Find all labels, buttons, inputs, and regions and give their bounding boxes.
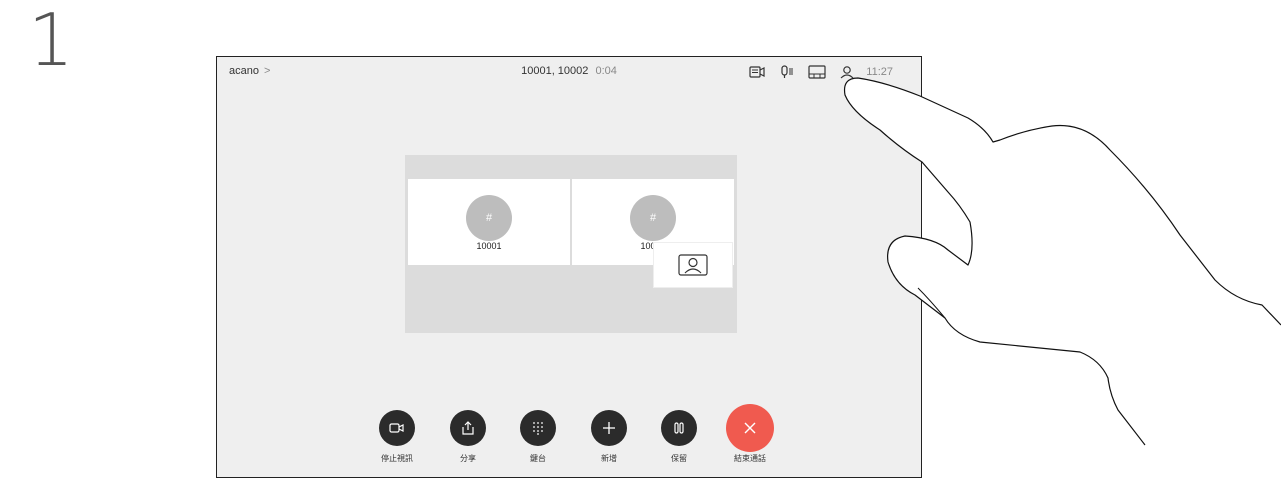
keypad-label: 鍵台 (530, 454, 546, 463)
person-icon (678, 254, 708, 276)
self-view-pip[interactable] (654, 243, 732, 287)
end-call-icon[interactable] (726, 404, 774, 452)
top-bar: acano > 10001, 10002 0:04 11:27 (217, 57, 921, 87)
clock: 11:27 (866, 66, 893, 78)
keypad-control[interactable]: 鍵台 (508, 410, 568, 464)
participant-label: 10001 (476, 241, 502, 251)
video-stage: # 10001 # 10002 (405, 155, 737, 333)
participant-tile[interactable]: # 10001 (408, 179, 570, 265)
add-label: 新增 (601, 454, 617, 463)
hold-icon[interactable] (661, 410, 697, 446)
end-call-label: 結束通話 (734, 454, 766, 463)
call-participants: 10001, 10002 (521, 65, 589, 77)
hold-control[interactable]: 保留 (649, 410, 709, 464)
hold-label: 保留 (671, 454, 687, 463)
call-controls: 停止視訊 分享 鍵台 新增 保留 結束通話 (367, 404, 787, 474)
stop-video-label: 停止視訊 (381, 454, 413, 463)
share-icon[interactable] (450, 410, 486, 446)
add-control[interactable]: 新增 (579, 410, 639, 464)
plus-icon[interactable] (591, 410, 627, 446)
keypad-icon[interactable] (520, 410, 556, 446)
share-control[interactable]: 分享 (438, 410, 498, 464)
camera-icon[interactable] (379, 410, 415, 446)
share-label: 分享 (460, 454, 476, 463)
call-duration: 0:04 (595, 65, 617, 77)
end-call-control[interactable]: 結束通話 (720, 404, 780, 464)
layout-icon[interactable] (802, 63, 832, 81)
participants-icon[interactable] (832, 63, 862, 81)
status-icons: 11:27 (742, 63, 893, 81)
avatar: # (630, 195, 676, 241)
step-number: 1 (28, 0, 74, 82)
self-view-icon[interactable] (742, 63, 772, 81)
device-screen: acano > 10001, 10002 0:04 11:27 # 10001 … (216, 56, 922, 478)
microphone-icon[interactable] (772, 63, 802, 81)
stop-video-control[interactable]: 停止視訊 (367, 410, 427, 464)
avatar: # (466, 195, 512, 241)
